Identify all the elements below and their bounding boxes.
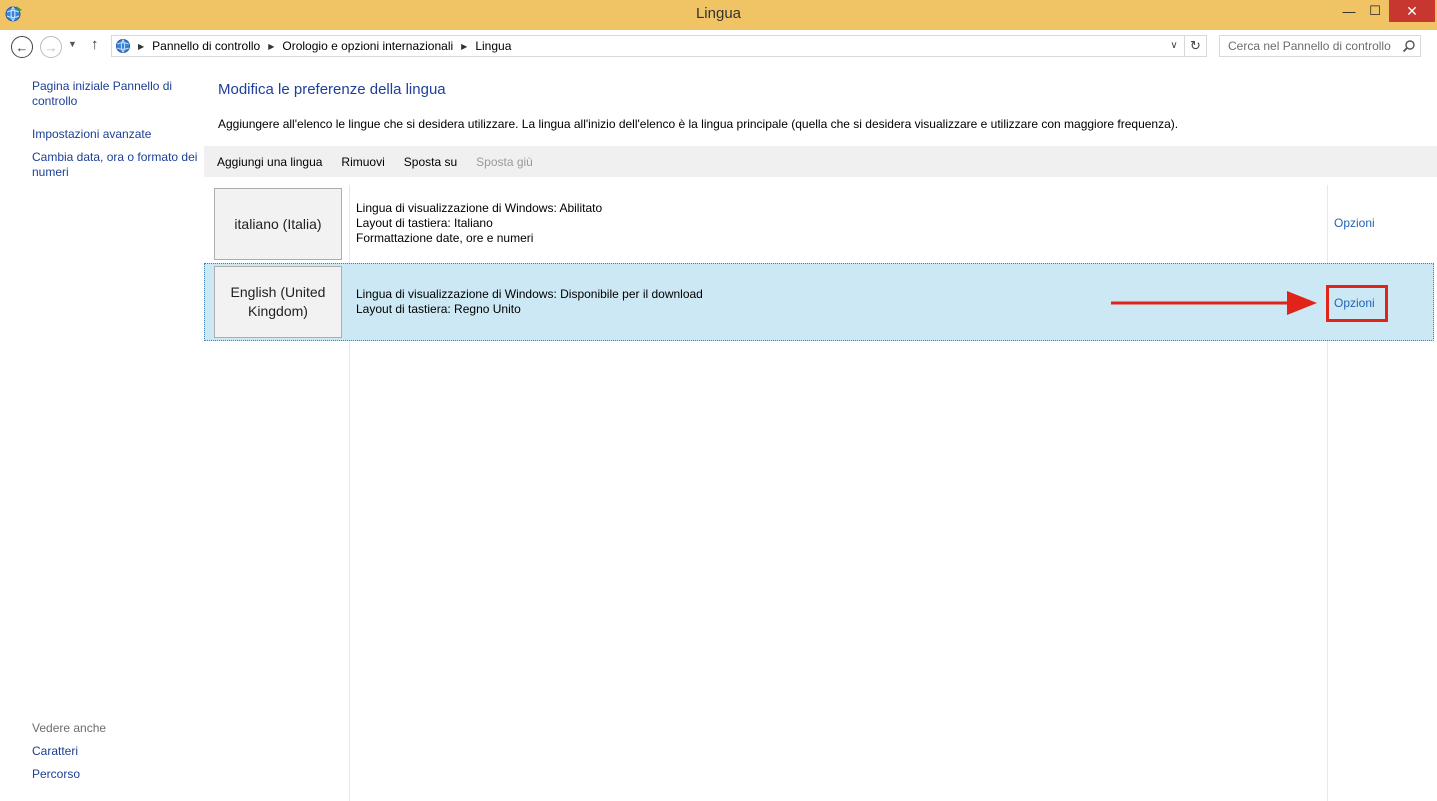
move-down-button: Sposta giù bbox=[476, 154, 533, 169]
page-title: Modifica le preferenze della lingua bbox=[218, 81, 446, 98]
display-language-status: Lingua di visualizzazione di Windows: Ab… bbox=[356, 201, 603, 215]
title-bar: Lingua — ☐ ✕ bbox=[0, 0, 1437, 30]
control-panel-location-icon bbox=[116, 39, 130, 53]
display-language-status: Lingua di visualizzazione di Windows: Di… bbox=[356, 287, 703, 301]
page-description: Aggiungere all'elenco le lingue che si d… bbox=[218, 117, 1179, 131]
up-arrow-icon[interactable]: ↑ bbox=[91, 36, 99, 53]
language-details: Lingua di visualizzazione di Windows: Ab… bbox=[356, 201, 602, 246]
fonts-link[interactable]: Caratteri bbox=[32, 744, 202, 759]
keyboard-layout: Layout di tastiera: Italiano bbox=[356, 216, 493, 230]
back-arrow-icon[interactable]: ← bbox=[11, 36, 33, 58]
red-arrow-icon bbox=[1111, 291, 1317, 315]
breadcrumb-separator-icon[interactable]: ▶ bbox=[268, 42, 274, 51]
window-title: Lingua bbox=[695, 5, 742, 22]
chevron-down-icon[interactable]: ∨ bbox=[1166, 38, 1182, 54]
formatting-info: Formattazione date, ore e numeri bbox=[356, 231, 534, 245]
breadcrumb-language[interactable]: Lingua bbox=[475, 39, 511, 53]
address-bar: ← → ▼ ↑ ▶ Pannello di controllo ▶ Orolog… bbox=[0, 30, 1437, 63]
breadcrumb-clock-region[interactable]: Orologio e opzioni internazionali bbox=[282, 39, 453, 53]
options-link[interactable]: Opzioni bbox=[1334, 216, 1375, 230]
breadcrumb-control-panel[interactable]: Pannello di controllo bbox=[152, 39, 260, 53]
change-date-time-format-link[interactable]: Cambia data, ora o formato dei numeri bbox=[32, 150, 202, 180]
language-row-italian[interactable]: italiano (Italia) Lingua di visualizzazi… bbox=[204, 185, 1434, 263]
remove-button[interactable]: Rimuovi bbox=[341, 155, 384, 169]
highlight-box bbox=[1326, 285, 1388, 322]
breadcrumb-separator-icon[interactable]: ▶ bbox=[461, 42, 467, 51]
location-link[interactable]: Percorso bbox=[32, 767, 202, 782]
minimize-button[interactable]: — bbox=[1336, 0, 1362, 22]
language-tile[interactable]: italiano (Italia) bbox=[214, 188, 342, 260]
control-panel-home-link[interactable]: Pagina iniziale Pannello di controllo bbox=[32, 79, 202, 109]
keyboard-layout: Layout di tastiera: Regno Unito bbox=[356, 302, 521, 316]
address-field[interactable]: ▶ Pannello di controllo ▶ Orologio e opz… bbox=[111, 35, 1207, 57]
breadcrumb: ▶ Pannello di controllo ▶ Orologio e opz… bbox=[136, 36, 511, 56]
recent-locations-chevron-icon[interactable]: ▼ bbox=[68, 39, 77, 49]
language-toolbar: Aggiungi una lingua Rimuovi Sposta su Sp… bbox=[204, 146, 1437, 177]
close-button[interactable]: ✕ bbox=[1389, 0, 1435, 22]
move-up-button[interactable]: Sposta su bbox=[404, 155, 457, 169]
breadcrumb-separator-icon[interactable]: ▶ bbox=[138, 42, 144, 51]
search-icon[interactable] bbox=[1402, 39, 1416, 53]
refresh-icon[interactable]: ↻ bbox=[1184, 36, 1206, 56]
search-input[interactable] bbox=[1220, 36, 1400, 56]
advanced-settings-link[interactable]: Impostazioni avanzate bbox=[32, 127, 202, 142]
language-details: Lingua di visualizzazione di Windows: Di… bbox=[356, 287, 703, 317]
left-navigation-pane: Pagina iniziale Pannello di controllo Im… bbox=[0, 63, 204, 801]
language-list: italiano (Italia) Lingua di visualizzazi… bbox=[204, 177, 1437, 801]
forward-arrow-icon[interactable]: → bbox=[40, 36, 62, 58]
see-also-heading: Vedere anche bbox=[32, 721, 107, 735]
search-box[interactable] bbox=[1219, 35, 1421, 57]
language-tile[interactable]: English (United Kingdom) bbox=[214, 266, 342, 338]
maximize-button[interactable]: ☐ bbox=[1362, 0, 1388, 22]
add-language-button[interactable]: Aggiungi una lingua bbox=[217, 155, 322, 169]
